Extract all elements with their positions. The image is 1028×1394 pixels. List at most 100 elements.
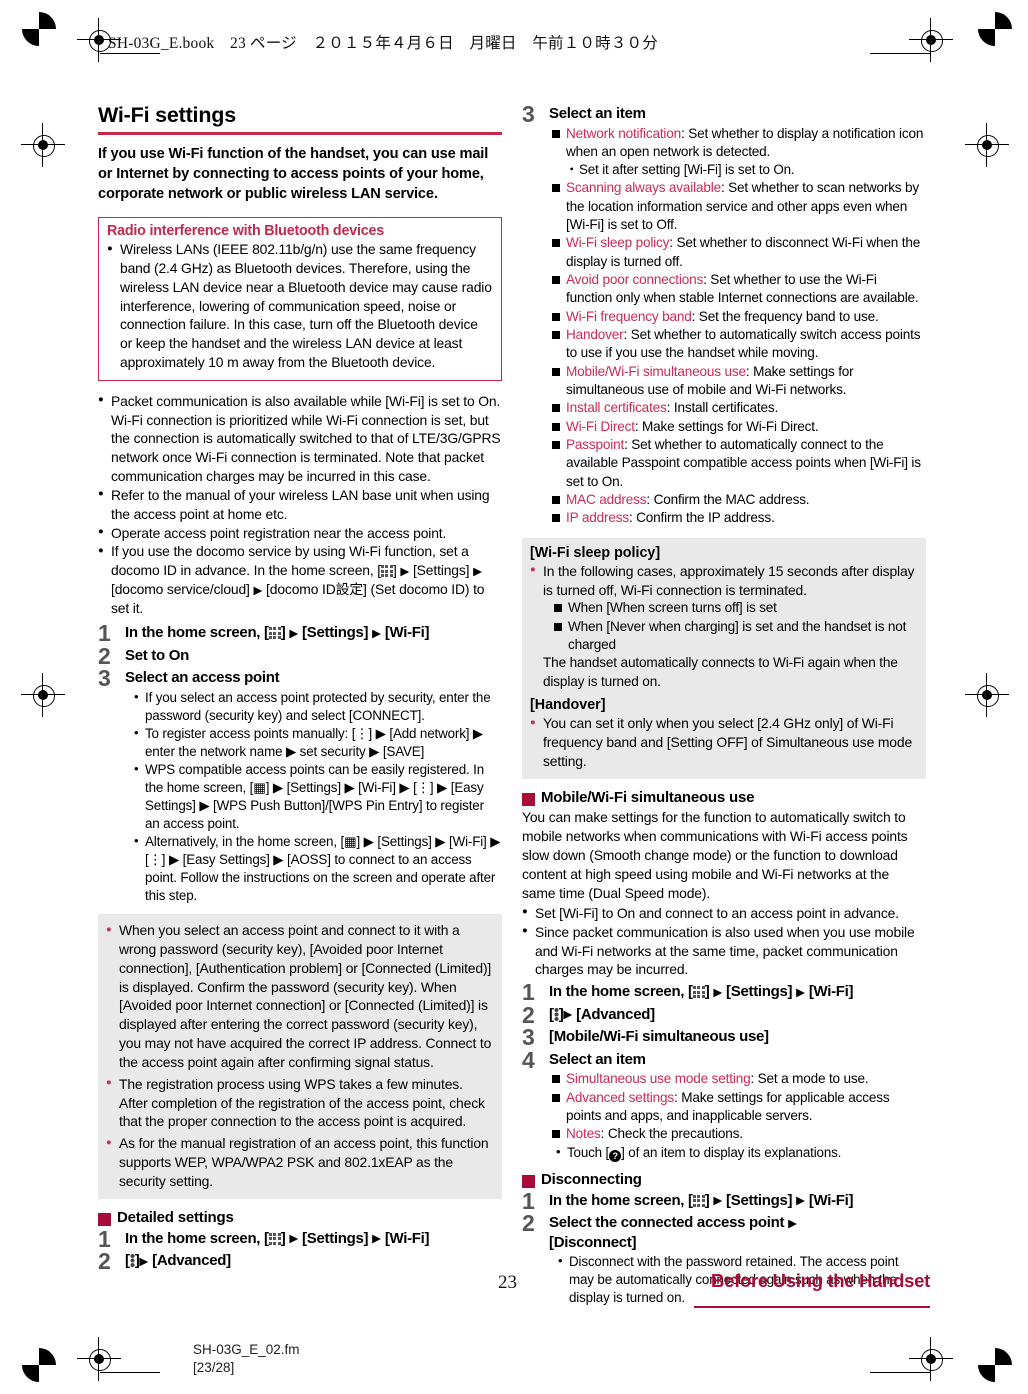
help-circle-icon: ?	[609, 1149, 622, 1162]
disconnect-step-1: 1 In the home screen, [] ▶ [Settings] ▶ …	[522, 1188, 926, 1214]
title-underline	[98, 131, 502, 135]
reg-circle-bottom-right	[978, 1348, 1012, 1382]
step-number: 2	[522, 1210, 535, 1237]
arrow-icon: ▶	[372, 1233, 381, 1246]
setting-name: Notes	[566, 1126, 601, 1142]
list-item: As for the manual registration of an acc…	[106, 1134, 493, 1190]
step-text-bracket: ]	[704, 983, 714, 1001]
arrow-icon: ▶	[788, 1217, 797, 1230]
simultaneous-step-2: 2 []▶ [Advanced]	[522, 1002, 926, 1028]
list-item: Set [Wi-Fi] to On and connect to an acce…	[522, 903, 926, 923]
radio-interference-heading: Radio interference with Bluetooth device…	[107, 223, 384, 240]
detailed-step-2: 2 []▶ [Advanced]	[98, 1248, 502, 1274]
simultaneous-use-notes: Set [Wi-Fi] to On and connect to an acce…	[522, 903, 926, 979]
list-item: IP address: Confirm the IP address.	[552, 509, 926, 527]
setting-name: IP address	[566, 510, 629, 526]
step-number: 3	[98, 665, 111, 692]
right-step-3: 3 Select an item Network notification: S…	[522, 101, 926, 528]
print-header-info: SH-03G_E.book 23 ページ ２０１５年４月６日 月曜日 午前１０時…	[108, 35, 658, 52]
list-item: Passpoint: Set whether to automatically …	[552, 436, 926, 491]
detailed-step-1: 1 In the home screen, [] ▶ [Settings] ▶ …	[98, 1226, 502, 1252]
left-column: Wi-Fi settings If you use Wi-Fi function…	[98, 103, 502, 1274]
source-file-name: SH-03G_E_02.fm	[193, 1342, 300, 1357]
handover-list: You can set it only when you select [2.4…	[530, 714, 917, 770]
setting-desc: : Confirm the MAC address.	[646, 492, 810, 508]
step-text-bracket: ]	[704, 1191, 714, 1209]
arrow-icon: ▶	[473, 565, 482, 578]
reg-circle-top-right	[978, 12, 1012, 46]
step-text: Select an item	[549, 105, 646, 122]
trim-line-bottom-right	[870, 1372, 930, 1374]
sleep-policy-tail: The handset automatically connects to Wi…	[543, 655, 898, 689]
list-item: Alternatively, in the home screen, [▦] ▶…	[133, 832, 502, 905]
disconnect-step-2: 2 Select the connected access point ▶ [Di…	[522, 1210, 926, 1307]
touch-note-prefix: Touch [	[567, 1144, 610, 1160]
list-item-docomo-id: If you use the docomo service by using W…	[98, 542, 502, 618]
simultaneous-step-1: 1 In the home screen, [] ▶ [Settings] ▶ …	[522, 979, 926, 1005]
crossmark-bottom-left	[77, 1337, 121, 1381]
step-number: 2	[98, 1248, 111, 1275]
setting-desc: : Make settings for Wi-Fi Direct.	[634, 418, 819, 434]
docomo-id-text-2: ]	[392, 562, 401, 579]
list-item: When [When screen turns off] is set	[554, 599, 917, 617]
list-item: If you select an access point protected …	[133, 688, 502, 725]
step-number: 4	[522, 1046, 535, 1073]
apps-grid-icon	[692, 986, 705, 999]
list-item: Scanning always available: Set whether t…	[552, 179, 926, 234]
crossmark-bottom-right	[909, 1337, 953, 1381]
wifi-notes-list: Packet communication is also available w…	[98, 391, 502, 618]
touch-note-suffix: ] of an item to display its explanations…	[621, 1144, 842, 1160]
setting-name: Wi-Fi sleep policy	[566, 235, 670, 251]
setting-name: Network notification	[566, 125, 682, 141]
handover-heading: [Handover]	[530, 697, 606, 714]
step-text-settings: [Settings]	[298, 624, 373, 642]
footer-underline	[694, 1306, 930, 1309]
crossmark-mid-right-lower	[965, 673, 1009, 717]
step-text-advanced: [Advanced]	[148, 1252, 231, 1270]
docomo-id-text-4: [docomo service/cloud]	[111, 581, 254, 598]
step-text: [Mobile/Wi-Fi simultaneous use]	[549, 1028, 769, 1046]
apps-grid-icon	[380, 565, 393, 578]
list-item: You can set it only when you select [2.4…	[530, 714, 917, 770]
crossmark-mid-left-lower	[21, 673, 65, 717]
arrow-icon: ▶	[796, 1195, 805, 1208]
simultaneous-touch-note: Touch [?] of an item to display its expl…	[555, 1143, 926, 1162]
list-item: Notes: Check the precautions.	[552, 1125, 926, 1143]
step-text: Select an item	[549, 1050, 646, 1068]
step-text-settings: [Settings]	[722, 983, 797, 1001]
docomo-id-text-3: [Settings]	[409, 562, 474, 579]
step-text-bracket: ]	[280, 624, 290, 642]
arrow-icon: ▶	[139, 1255, 149, 1268]
setting-desc: : Install certificates.	[666, 400, 779, 416]
list-item: Since packet communication is also used …	[522, 922, 926, 979]
list-item: To register access points manually: [⋮] …	[133, 724, 502, 761]
simultaneous-step-3: 3 [Mobile/Wi-Fi simultaneous use]	[522, 1024, 926, 1050]
simultaneous-use-paragraph: You can make settings for the function t…	[522, 808, 908, 901]
setting-name: Passpoint	[566, 437, 625, 453]
disconnect-text-a: Select the connected access point	[549, 1214, 789, 1232]
list-item: MAC address: Confirm the MAC address.	[552, 491, 926, 509]
setting-name: Wi-Fi Direct	[566, 418, 635, 434]
list-item: Operate access point registration near t…	[98, 523, 502, 543]
setting-name: Avoid poor connections	[566, 271, 704, 287]
setting-desc: : Set the frequency band to use.	[691, 308, 879, 324]
step-text-prefix: In the home screen, [	[125, 1229, 269, 1247]
step-text-settings: [Settings]	[722, 1191, 797, 1209]
setting-name: Simultaneous use mode setting	[566, 1071, 751, 1087]
setting-name: Handover	[566, 326, 624, 342]
wifi-settings-items: Network notification: Set whether to dis…	[552, 125, 926, 528]
apps-grid-icon	[268, 627, 281, 640]
step-text-wifi: [Wi-Fi]	[804, 983, 854, 1001]
list-item: When you select an access point and conn…	[106, 921, 493, 1072]
list-item: Touch [?] of an item to display its expl…	[555, 1143, 926, 1162]
step-text: []▶ [Advanced]	[549, 1005, 655, 1023]
step-text-prefix: In the home screen, [	[549, 1191, 693, 1209]
crossmark-mid-right-upper	[965, 123, 1009, 167]
setting-desc: : Confirm the IP address.	[628, 510, 775, 526]
simultaneous-use-items: Simultaneous use mode setting: Set a mod…	[552, 1070, 926, 1143]
list-item: Handover: Set whether to automatically s…	[552, 326, 926, 363]
list-item: Wi-Fi frequency band: Set the frequency …	[552, 308, 926, 326]
overflow-menu-icon	[129, 1254, 135, 1268]
list-item: Packet communication is also available w…	[98, 391, 502, 486]
setting-subnote: Set it after setting [Wi-Fi] is set to O…	[565, 161, 926, 179]
